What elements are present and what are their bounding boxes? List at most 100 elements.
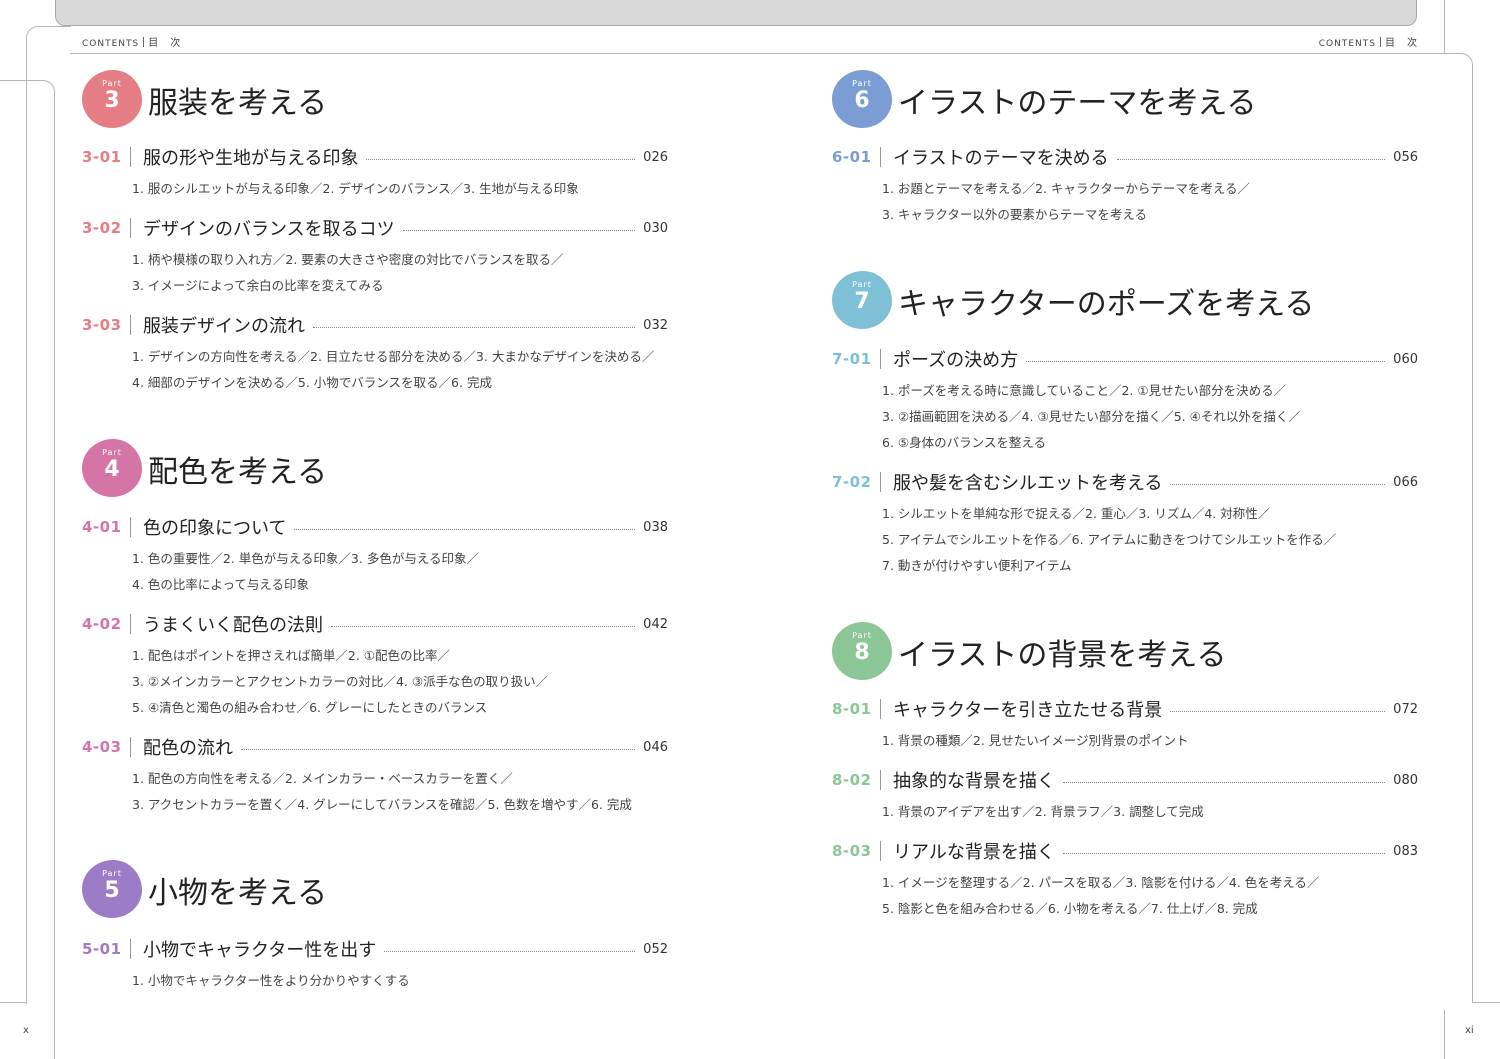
toc-entry-3-02[interactable]: 3-02 デザインのバランスを取るコツ 030 1. 柄や模様の取り入れ方／2.…: [82, 217, 668, 299]
frame-line: [1444, 1010, 1445, 1059]
entry-subtopics: 7. 動きが付けやすい便利アイテム: [882, 558, 1072, 573]
frame-line: [26, 54, 27, 1004]
page-number-left: x: [23, 1025, 29, 1036]
contents-jp: 目 次: [1385, 38, 1418, 49]
toc-entry-6-01[interactable]: 6-01 イラストのテーマを決める 056 1. お題とテーマを考える／2. キ…: [832, 146, 1418, 228]
entry-subtopics: 3. ②メインカラーとアクセントカラーの対比／4. ③派手な色の取り扱い／: [132, 674, 549, 689]
entry-page: 030: [643, 220, 668, 236]
dot-leader: [1062, 852, 1386, 854]
part-title: キャラクターのポーズを考える: [898, 287, 1315, 322]
entry-number: 4-01: [82, 518, 122, 536]
dot-leader: [402, 229, 636, 231]
dot-leader: [1170, 483, 1386, 485]
top-page-edge: [55, 0, 1417, 26]
toc-entry-4-02[interactable]: 4-02 うまくいく配色の法則 042 1. 配色はポイントを押さえれば簡単／2…: [82, 613, 668, 721]
entry-title: 服や髪を含むシルエットを考える: [893, 473, 1163, 494]
entry-page: 052: [643, 941, 668, 957]
entry-subtopics: 1. お題とテーマを考える／2. キャラクターからテーマを考える／: [882, 181, 1251, 196]
entry-number: 4-03: [82, 738, 122, 756]
toc-entry-8-02[interactable]: 8-02 抽象的な背景を描く 080 1. 背景のアイデアを出す／2. 背景ラフ…: [832, 769, 1418, 825]
dot-leader: [384, 950, 636, 952]
entry-subtopics: 1. 配色の方向性を考える／2. メインカラー・ベースカラーを置く／: [132, 771, 513, 786]
entry-number: 7-02: [832, 473, 872, 491]
dot-leader: [331, 625, 636, 627]
running-head-right: Contents 目 次: [1319, 34, 1418, 49]
entry-number: 8-01: [832, 700, 872, 718]
frame-line: [1444, 53, 1473, 94]
contents-label: Contents: [1318, 39, 1376, 49]
entry-page: 056: [1393, 149, 1418, 165]
part-title: イラストの背景を考える: [898, 638, 1227, 673]
entry-subtopics: 1. 小物でキャラクター性をより分かりやすくする: [132, 973, 410, 988]
part-badge: Part 4: [82, 439, 142, 497]
dot-leader: [241, 748, 636, 750]
entry-number: 3-02: [82, 219, 122, 237]
frame-line: [26, 26, 71, 55]
entry-title: うまくいく配色の法則: [143, 615, 323, 636]
entry-title: 配色の流れ: [143, 738, 233, 759]
entry-number: 6-01: [832, 148, 872, 166]
toc-entry-4-03[interactable]: 4-03 配色の流れ 046 1. 配色の方向性を考える／2. メインカラー・ベ…: [82, 736, 668, 818]
entry-subtopics: 6. ⑤身体のバランスを整える: [882, 435, 1046, 450]
dot-leader: [1116, 158, 1386, 160]
toc-entry-7-01[interactable]: 7-01 ポーズの決め方 060 1. ポーズを考える時に意識していること／2.…: [832, 348, 1418, 456]
entry-title: ポーズの決め方: [893, 350, 1019, 371]
entry-page: 072: [1393, 701, 1418, 717]
part-badge: Part 3: [82, 70, 142, 128]
entry-page: 032: [643, 317, 668, 333]
frame-line: [1444, 0, 1445, 54]
entry-number: 7-01: [832, 350, 872, 368]
toc-entry-7-02[interactable]: 7-02 服や髪を含むシルエットを考える 066 1. シルエットを単純な形で捉…: [832, 471, 1418, 579]
entry-subtopics: 3. キャラクター以外の要素からテーマを考える: [882, 207, 1148, 222]
entry-number: 5-01: [82, 940, 122, 958]
part-title: 配色を考える: [148, 455, 328, 490]
running-head-left: Contents 目 次: [82, 34, 181, 49]
contents-jp: 目 次: [148, 38, 182, 49]
entry-page: 066: [1393, 474, 1418, 490]
entry-subtopics: 1. 背景の種類／2. 見せたいイメージ別背景のポイント: [882, 733, 1189, 748]
frame-line: [1472, 93, 1473, 1003]
entry-subtopics: 1. 柄や模様の取り入れ方／2. 要素の大きさや密度の対比でバランスを取る／: [132, 252, 564, 267]
entry-subtopics: 5. アイテムでシルエットを作る／6. アイテムに動きをつけてシルエットを作る／: [882, 532, 1337, 547]
toc-entry-4-01[interactable]: 4-01 色の印象について 038 1. 色の重要性／2. 単色が与える印象／3…: [82, 516, 668, 598]
entry-subtopics: 5. 陰影と色を組み合わせる／6. 小物を考える／7. 仕上げ／8. 完成: [882, 901, 1258, 916]
toc-entry-8-03[interactable]: 8-03 リアルな背景を描く 083 1. イメージを整理する／2. パースを取…: [832, 840, 1418, 922]
entry-subtopics: 4. 色の比率によって与える印象: [132, 577, 310, 592]
entry-subtopics: 1. シルエットを単純な形で捉える／2. 重心／3. リズム／4. 対称性／: [882, 506, 1271, 521]
entry-number: 3-03: [82, 316, 122, 334]
page-number-right: xi: [1465, 1025, 1474, 1036]
entry-page: 038: [643, 519, 668, 535]
dot-leader: [1063, 781, 1386, 783]
entry-page: 042: [643, 616, 668, 632]
entry-page: 060: [1393, 351, 1418, 367]
part-badge: Part 7: [832, 271, 892, 329]
dot-leader: [1170, 710, 1386, 712]
part-title: 服装を考える: [148, 86, 328, 121]
toc-entry-5-01[interactable]: 5-01 小物でキャラクター性を出す 052 1. 小物でキャラクター性をより分…: [82, 938, 668, 994]
entry-title: イラストのテーマを決める: [893, 148, 1109, 169]
entry-subtopics: 1. イメージを整理する／2. パースを取る／3. 陰影を付ける／4. 色を考え…: [882, 875, 1320, 890]
entry-subtopics: 1. 色の重要性／2. 単色が与える印象／3. 多色が与える印象／: [132, 551, 479, 566]
entry-title: 抽象的な背景を描く: [893, 771, 1055, 792]
dot-leader: [366, 158, 636, 160]
entry-subtopics: 1. デザインの方向性を考える／2. 目立たせる部分を決める／3. 大まかなデザ…: [132, 349, 655, 364]
toc-entry-8-01[interactable]: 8-01 キャラクターを引き立たせる背景 072 1. 背景の種類／2. 見せた…: [832, 698, 1418, 754]
frame-line: [0, 80, 55, 1011]
frame-line: [1472, 1002, 1500, 1003]
toc-entry-3-01[interactable]: 3-01 服の形や生地が与える印象 026 1. 服のシルエットが与える印象／2…: [82, 146, 668, 202]
entry-subtopics: 3. アクセントカラーを置く／4. グレーにしてバランスを確認／5. 色数を増や…: [132, 797, 632, 812]
entry-title: 色の印象について: [143, 518, 287, 539]
entry-title: 服装デザインの流れ: [143, 316, 305, 337]
entry-subtopics: 4. 細部のデザインを決める／5. 小物でバランスを取る／6. 完成: [132, 375, 492, 390]
part-title: イラストのテーマを考える: [898, 86, 1257, 121]
entry-subtopics: 1. 配色はポイントを押さえれば簡単／2. ①配色の比率／: [132, 648, 451, 663]
entry-title: デザインのバランスを取るコツ: [143, 219, 395, 240]
entry-page: 026: [643, 149, 668, 165]
frame-line: [0, 1002, 26, 1003]
entry-number: 8-03: [832, 842, 872, 860]
toc-entry-3-03[interactable]: 3-03 服装デザインの流れ 032 1. デザインの方向性を考える／2. 目立…: [82, 314, 668, 396]
entry-page: 080: [1393, 772, 1418, 788]
entry-subtopics: 5. ④清色と濁色の組み合わせ／6. グレーにしたときのバランス: [132, 700, 488, 715]
entry-page: 083: [1393, 843, 1418, 859]
entry-subtopics: 3. イメージによって余白の比率を変えてみる: [132, 278, 384, 293]
